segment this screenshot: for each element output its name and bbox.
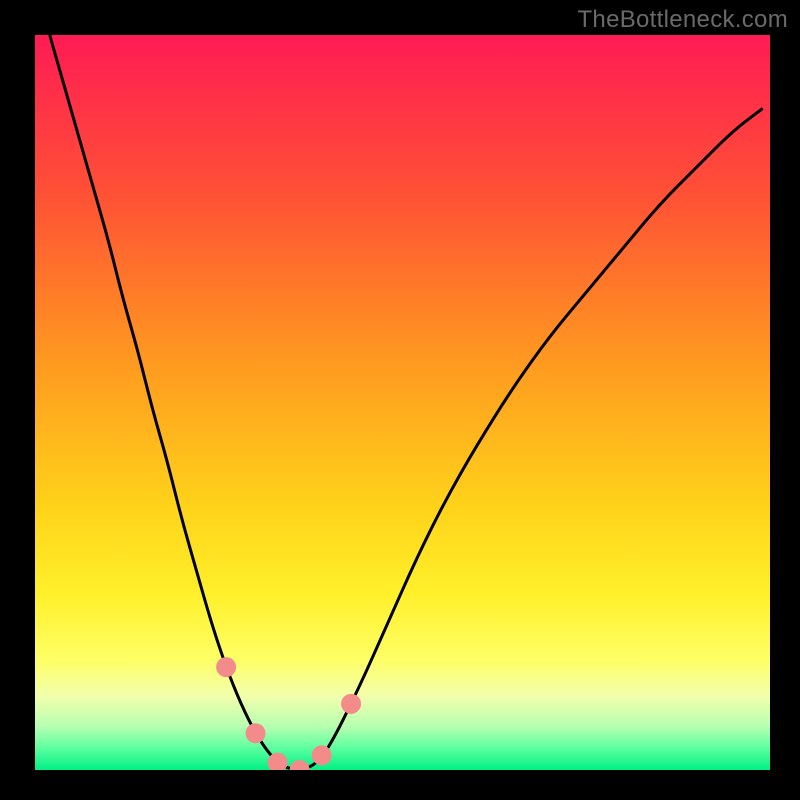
highlight-marker [246, 723, 266, 743]
highlight-marker [216, 657, 236, 677]
highlight-marker [312, 745, 332, 765]
chart-container: TheBottleneck.com [0, 0, 800, 800]
plot-background [35, 35, 770, 770]
watermark-text: TheBottleneck.com [577, 6, 788, 34]
highlight-marker [341, 694, 361, 714]
highlight-marker [268, 753, 288, 773]
bottleneck-plot [0, 0, 800, 800]
highlight-marker [290, 760, 310, 780]
